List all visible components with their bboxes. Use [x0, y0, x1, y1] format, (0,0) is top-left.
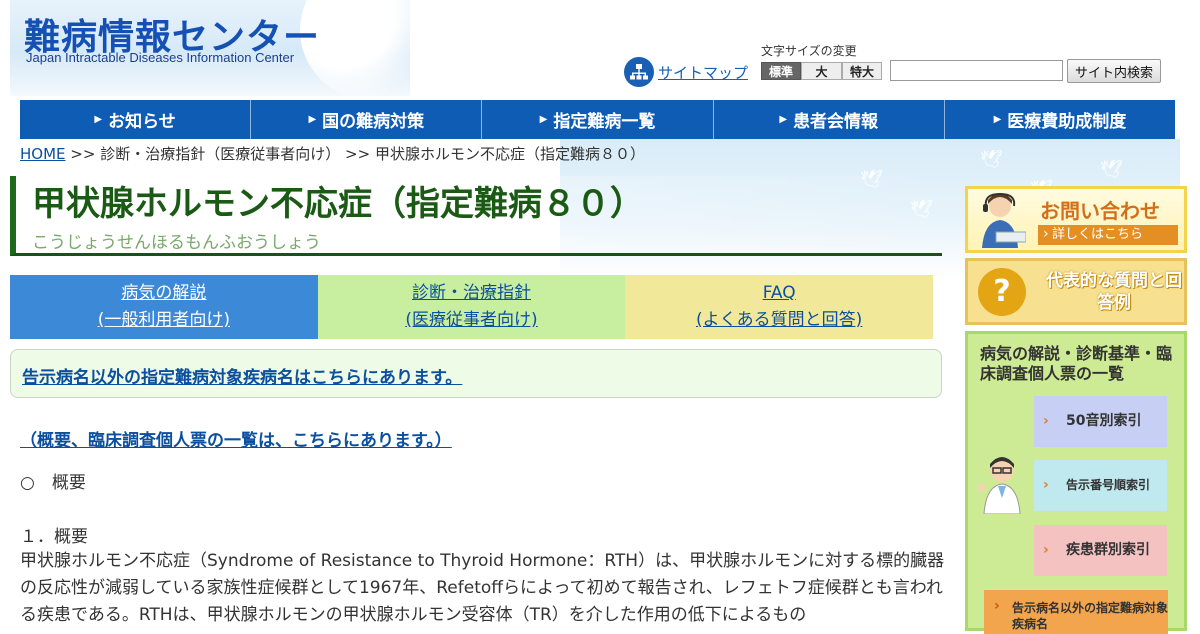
sitemap-icon[interactable] [624, 57, 654, 87]
nav-item-label: 国の難病対策 [322, 112, 425, 132]
tab-general-explanation[interactable]: 病気の解説 (一般利用者向け) [10, 275, 318, 339]
global-nav: ▶ お知らせ ▶ 国の難病対策 ▶ 指定難病一覧 ▶ 患者会情報 ▶ 医療費助成制度 [20, 100, 1175, 139]
disease-index-panel: 病気の解説・診断基準・臨床調査個人票の一覧 50音別索引 告示番号順索引 疾患群… [965, 331, 1187, 634]
nav-item-label: 指定難病一覧 [553, 112, 656, 132]
tab-label: 診断・治療指針 [412, 283, 531, 303]
index-panel-title: 病気の解説・診断基準・臨床調査個人票の一覧 [980, 344, 1173, 383]
tab-sublabel: (よくある質問と回答) [696, 310, 863, 330]
notice-box: 告示病名以外の指定難病対象疾病名はこちらにあります。 [10, 349, 942, 398]
content-tabs: 病気の解説 (一般利用者向け) 診断・治療指針 (医療従事者向け) FAQ (よ… [10, 275, 934, 339]
font-size-label: 文字サイズの変更 [761, 44, 857, 58]
nav-arrow-icon: ▶ [993, 114, 1002, 125]
sub-heading: １．概要 [20, 527, 88, 547]
contact-title: お問い合わせ [1040, 199, 1160, 223]
dove-decoration: 🕊 [980, 149, 1003, 170]
tab-label: FAQ [762, 283, 796, 303]
font-size-large-button[interactable]: 大 [801, 62, 842, 80]
index-other-names-button[interactable]: 告示病名以外の指定難病対象疾病名 [984, 590, 1168, 634]
dove-decoration: 🕊 [1100, 159, 1123, 180]
page-title: 甲状腺ホルモン不応症（指定難病８０） [32, 184, 644, 224]
contact-detail-button[interactable]: 詳しくはこちら [1038, 224, 1178, 245]
sitemap-link[interactable]: サイトマップ [658, 62, 748, 83]
breadcrumb-level1: 診断・治療指針（医療従事者向け） [100, 145, 341, 163]
font-size-switcher: 標準 大 特大 [761, 62, 882, 80]
site-search-button[interactable]: サイト内検索 [1067, 59, 1161, 83]
site-search-input[interactable] [890, 60, 1063, 81]
nav-arrow-icon: ▶ [539, 114, 548, 125]
nav-arrow-icon: ▶ [94, 114, 103, 125]
nav-item-news[interactable]: ▶ お知らせ [20, 100, 252, 139]
other-disease-names-link[interactable]: 告示病名以外の指定難病対象疾病名はこちらにあります。 [22, 363, 462, 388]
breadcrumb: HOME >> 診断・治療指針（医療従事者向け） >> 甲状腺ホルモン不応症（指… [20, 143, 645, 164]
page-title-reading: こうじょうせんほるもんふおうしょう [32, 233, 321, 253]
site-logo-english[interactable]: Japan Intractable Diseases Information C… [26, 50, 294, 65]
font-size-standard-button[interactable]: 標準 [761, 62, 801, 80]
tab-sublabel: (一般利用者向け) [97, 310, 230, 330]
index-kana-button[interactable]: 50音別索引 [1034, 396, 1167, 447]
breadcrumb-separator: >> [70, 145, 96, 163]
tab-faq[interactable]: FAQ (よくある質問と回答) [625, 275, 934, 339]
breadcrumb-separator: >> [345, 145, 371, 163]
nav-item-label: お知らせ [108, 112, 176, 132]
nav-arrow-icon: ▶ [308, 114, 317, 125]
faq-banner-label: 代表的な質問と回答例 [1046, 271, 1182, 313]
nav-item-label: 患者会情報 [793, 112, 879, 132]
faq-banner[interactable]: ? 代表的な質問と回答例 [965, 258, 1187, 325]
body-paragraph: 甲状腺ホルモン不応症（Syndrome of Resistance to Thy… [20, 551, 945, 625]
nav-item-patient-groups[interactable]: ▶ 患者会情報 [714, 100, 945, 139]
question-mark-icon: ? [978, 268, 1026, 316]
index-number-button[interactable]: 告示番号順索引 [1034, 460, 1167, 511]
nav-item-national-policy[interactable]: ▶ 国の難病対策 [251, 100, 483, 139]
tab-diagnosis-guidelines[interactable]: 診断・治療指針 (医療従事者向け) [317, 275, 626, 339]
nav-item-subsidy[interactable]: ▶ 医療費助成制度 [945, 100, 1175, 139]
overview-list-link[interactable]: （概要、臨床調査個人票の一覧は、こちらにあります。） [20, 426, 452, 451]
index-group-button[interactable]: 疾患群別索引 [1034, 525, 1167, 576]
page-title-box: 甲状腺ホルモン不応症（指定難病８０） こうじょうせんほるもんふおうしょう [10, 176, 942, 256]
tab-label: 病気の解説 [121, 283, 207, 303]
nav-arrow-icon: ▶ [779, 114, 788, 125]
section-heading: ○ 概要 [20, 473, 86, 493]
operator-icon [978, 192, 1027, 250]
tab-sublabel: (医療従事者向け) [405, 310, 538, 330]
doctor-icon [976, 454, 1026, 515]
nav-item-label: 医療費助成制度 [1007, 112, 1127, 132]
font-size-xlarge-button[interactable]: 特大 [842, 62, 882, 80]
breadcrumb-home-link[interactable]: HOME [20, 145, 66, 163]
breadcrumb-current: 甲状腺ホルモン不応症（指定難病８０） [374, 145, 645, 163]
sitemap-link-group[interactable]: サイトマップ [624, 56, 748, 88]
site-header: 難病情報センター Japan Intractable Diseases Info… [0, 0, 1200, 100]
contact-banner[interactable]: お問い合わせ 詳しくはこちら [965, 186, 1187, 253]
nav-item-disease-list[interactable]: ▶ 指定難病一覧 [482, 100, 714, 139]
